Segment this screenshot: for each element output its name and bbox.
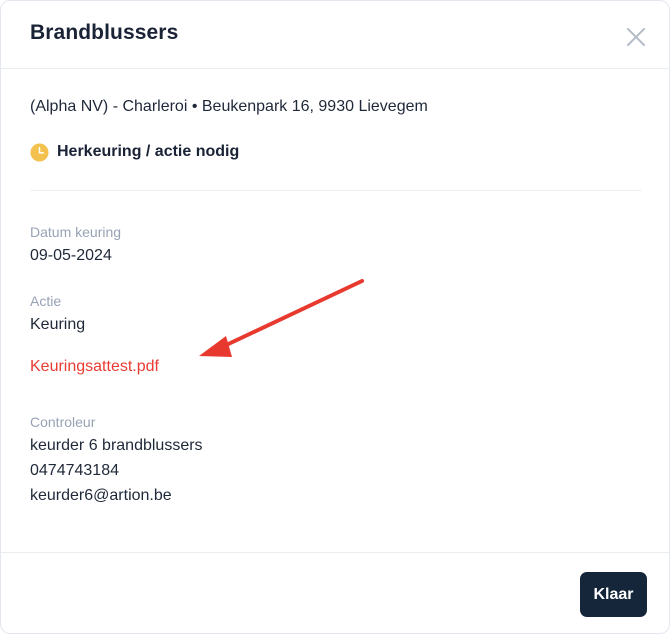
location-address: (Alpha NV) - Charleroi • Beukenpark 16, …	[30, 98, 428, 115]
clock-icon	[30, 142, 49, 162]
action-label: Actie	[30, 293, 62, 309]
controller-phone: 0474743184	[30, 462, 119, 479]
modal-title: Brandblussers	[30, 21, 179, 44]
controller-email: keurder6@artion.be	[30, 487, 172, 504]
action-value: Keuring	[30, 316, 86, 333]
close-button[interactable]	[621, 22, 651, 52]
controller-label: Controleur	[30, 414, 96, 430]
close-icon	[627, 28, 645, 46]
date-value: 09-05-2024	[30, 247, 112, 264]
attachment-link[interactable]: Keuringsattest.pdf	[30, 358, 159, 376]
done-button[interactable]: Klaar	[580, 572, 647, 617]
status-indicator: Herkeuring / actie nodig	[30, 141, 239, 163]
controller-name: keurder 6 brandblussers	[30, 437, 203, 454]
modal-footer	[1, 552, 669, 633]
status-text: Herkeuring / actie nodig	[57, 143, 240, 160]
modal-header: Brandblussers	[1, 1, 669, 69]
date-label: Datum keuring	[30, 224, 122, 240]
inspection-modal: Brandblussers (Alpha NV) - Charleroi • B…	[0, 0, 670, 634]
section-divider	[30, 190, 642, 191]
